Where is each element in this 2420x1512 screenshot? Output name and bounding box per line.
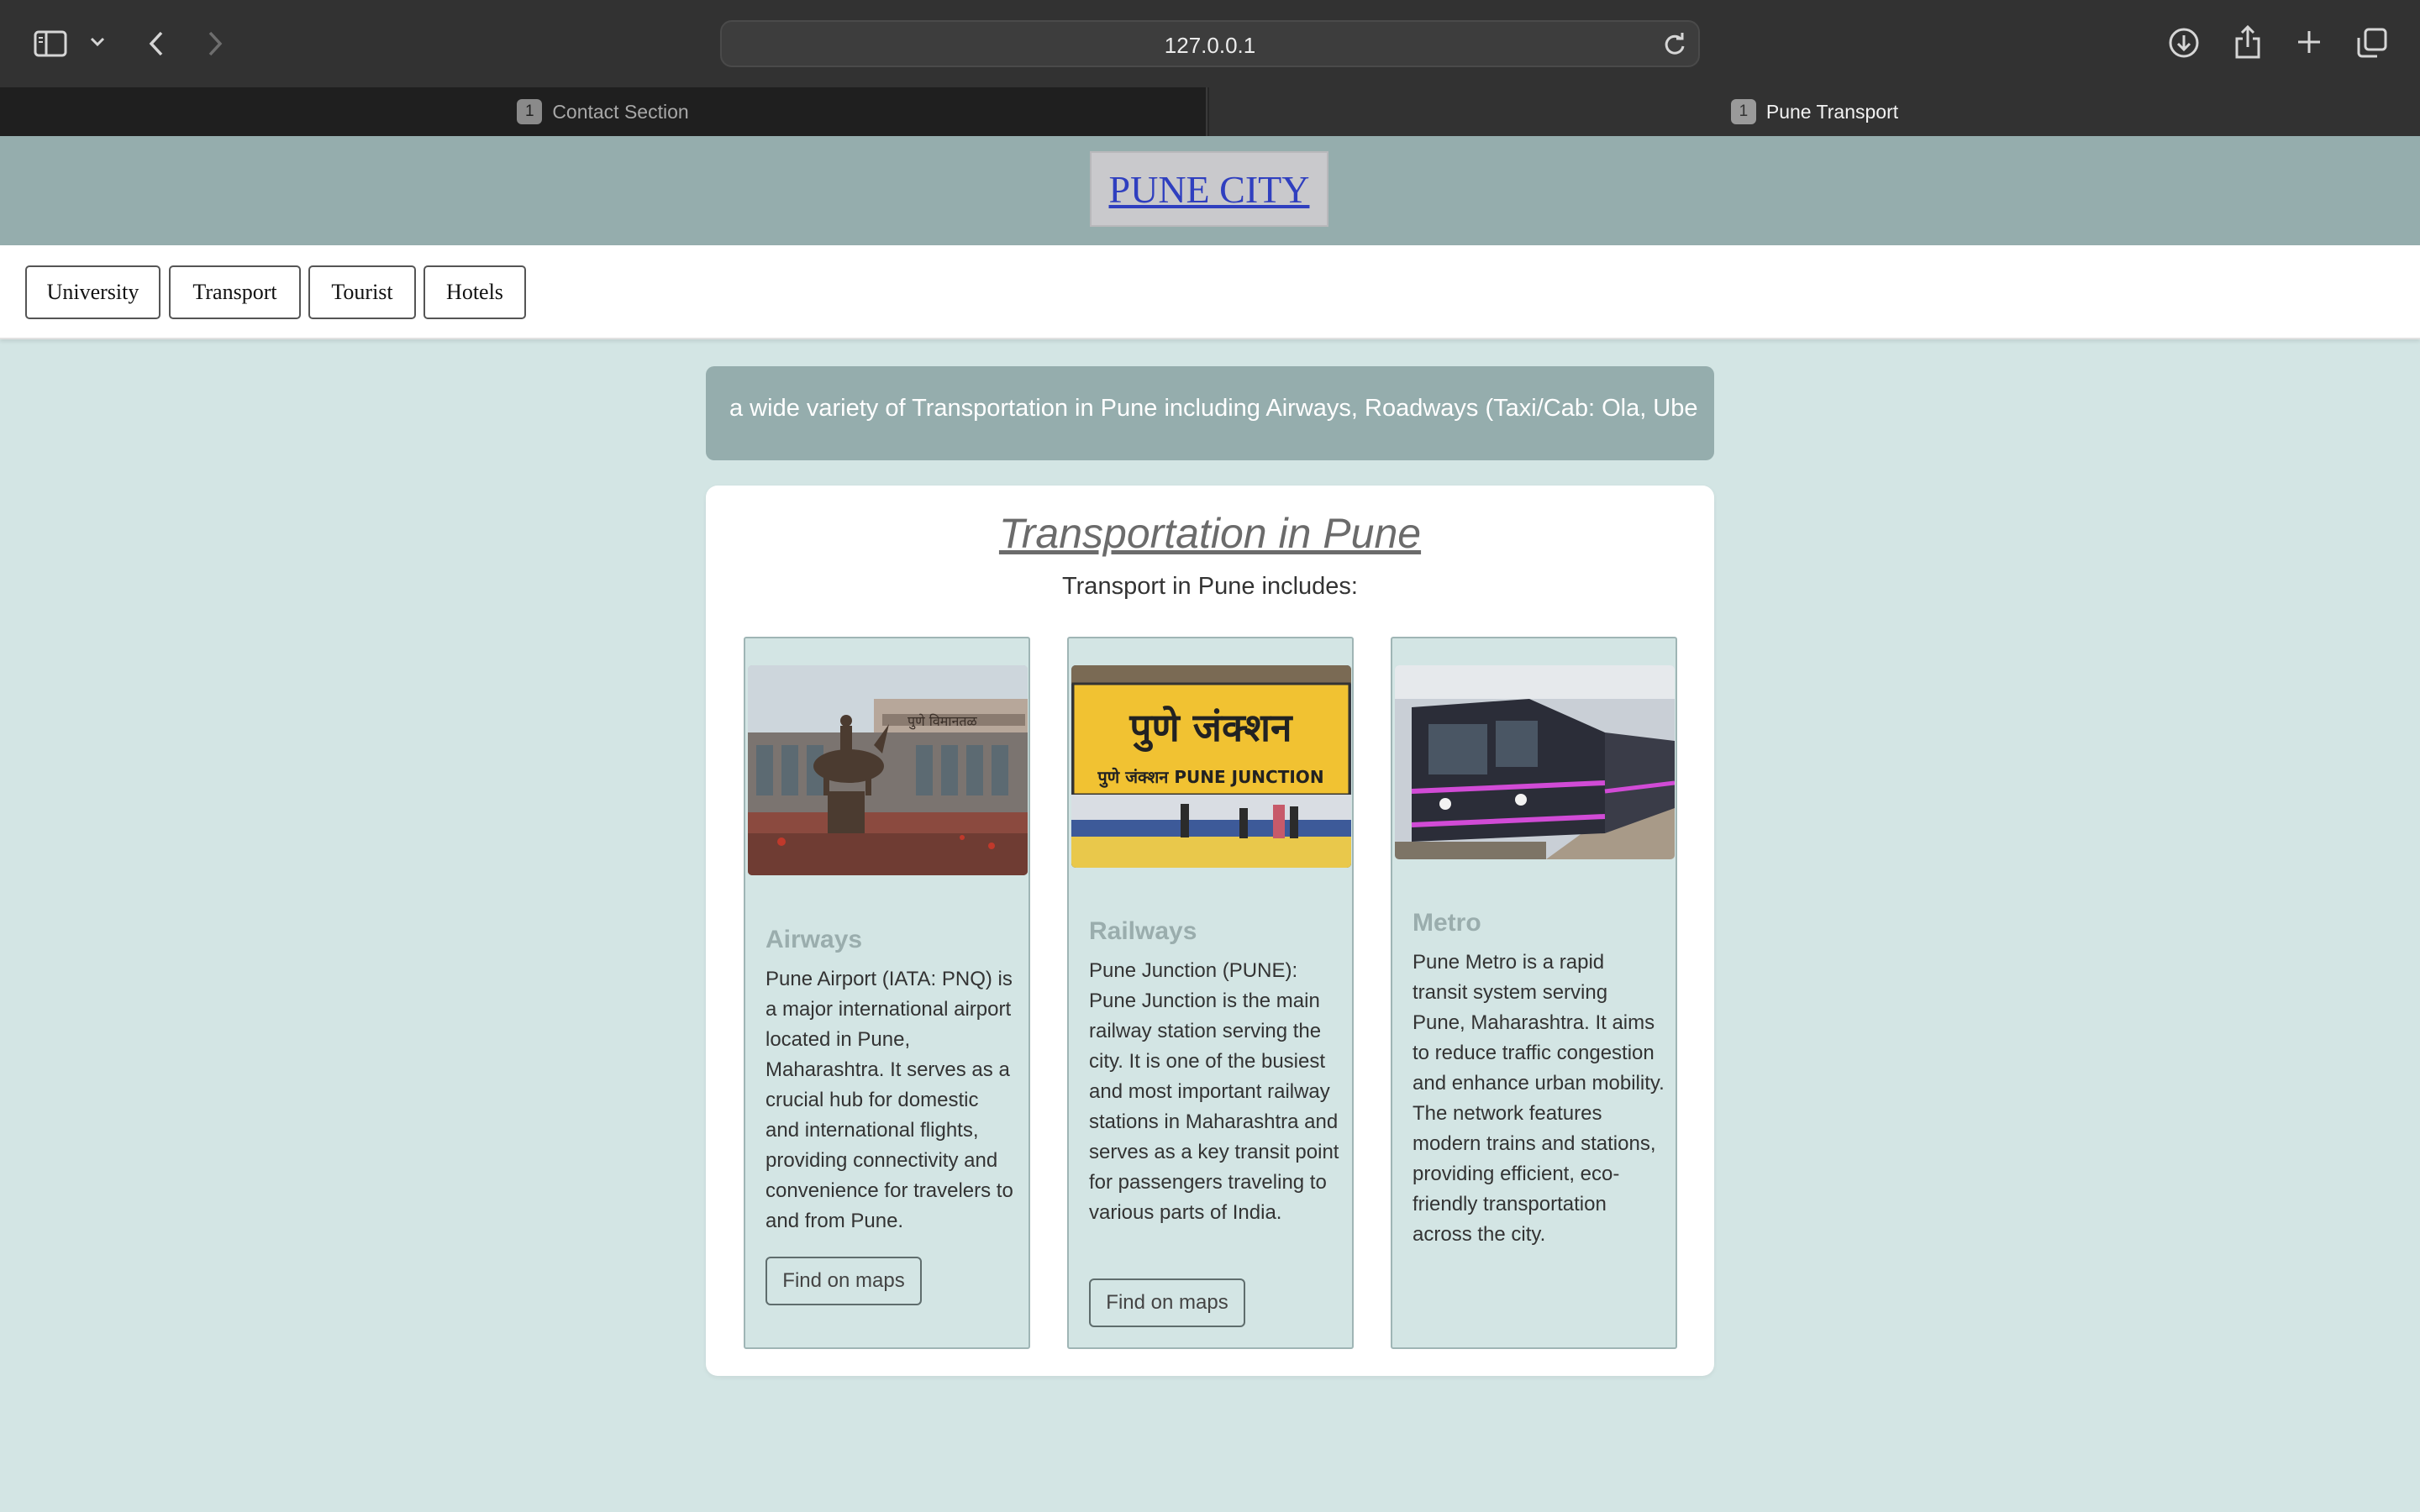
browser-toolbar: 127.0.0.1: [0, 0, 2420, 87]
forward-icon[interactable]: [200, 27, 230, 60]
back-icon[interactable]: [141, 27, 171, 60]
station-sign-text: पुणे जंक्शन: [1128, 705, 1293, 753]
nav-tourist-button[interactable]: Tourist: [308, 265, 416, 319]
railways-card: पुणे जंक्शन पुणे जंक्शन PUNE JUNCTION Ra…: [1067, 637, 1354, 1349]
card-description: Pune Metro is a rapid transit system ser…: [1413, 951, 1665, 1246]
station-sign-subtext: पुणे जंक्शन PUNE JUNCTION: [1097, 767, 1323, 788]
reload-icon[interactable]: [1663, 32, 1686, 61]
nav-university-button[interactable]: University: [25, 265, 160, 319]
card-description: Pune Airport (IATA: PNQ) is a major inte…: [765, 968, 1013, 1232]
chevron-down-icon[interactable]: [87, 32, 108, 52]
tab-contact-section[interactable]: 1 Contact Section: [0, 87, 1207, 136]
tab-overview-icon[interactable]: [2354, 25, 2390, 60]
airport-sign-text: पुणे विमानतळ: [908, 713, 977, 730]
tab-pune-transport[interactable]: 1 Pune Transport: [1209, 87, 2420, 136]
page-title: Transportation in Pune: [998, 510, 1422, 557]
url-text: 127.0.0.1: [1164, 33, 1256, 58]
nav-bar: University Transport Tourist Hotels: [0, 245, 2420, 339]
metro-train-image: [1395, 665, 1675, 859]
card-title: Railways: [1089, 917, 1197, 945]
new-tab-icon[interactable]: [2292, 25, 2326, 59]
page-subtitle: Transport in Pune includes:: [1062, 573, 1358, 600]
tab-strip: 1 Contact Section 1 Pune Transport: [0, 87, 2420, 136]
info-marquee: a wide variety of Transportation in Pune…: [706, 366, 1714, 460]
railway-station-image: पुणे जंक्शन पुणे जंक्शन PUNE JUNCTION: [1071, 665, 1351, 868]
transport-card: Transportation in Pune Transport in Pune…: [706, 486, 1714, 1376]
tab-badge: 1: [517, 99, 543, 124]
tab-badge: 1: [1730, 99, 1756, 124]
nav-transport-button[interactable]: Transport: [169, 265, 301, 319]
airways-card: पुणे विमानतळ Airways Pune Airport (IATA:…: [744, 637, 1030, 1349]
marquee-text: a wide variety of Transportation in Pune…: [729, 395, 1698, 422]
share-icon[interactable]: [2231, 24, 2265, 60]
airport-image: पुणे विमानतळ: [748, 665, 1028, 875]
tab-label: Contact Section: [552, 100, 689, 123]
card-description: Pune Junction (PUNE): Pune Junction is t…: [1089, 959, 1339, 1224]
address-bar[interactable]: 127.0.0.1: [720, 20, 1700, 67]
brand-link[interactable]: PUNE CITY: [1090, 151, 1328, 227]
card-title: Airways: [765, 926, 863, 953]
download-icon[interactable]: [2166, 25, 2202, 60]
sidebar-toggle-icon[interactable]: [32, 27, 69, 60]
tab-label: Pune Transport: [1765, 100, 1899, 123]
find-on-maps-button[interactable]: Find on maps: [1089, 1278, 1245, 1327]
card-title: Metro: [1413, 909, 1481, 937]
nav-hotels-button[interactable]: Hotels: [424, 265, 526, 319]
find-on-maps-button[interactable]: Find on maps: [765, 1257, 922, 1305]
metro-card: Metro Pune Metro is a rapid transit syst…: [1391, 637, 1677, 1349]
site-header: PUNE CITY: [0, 136, 2420, 245]
